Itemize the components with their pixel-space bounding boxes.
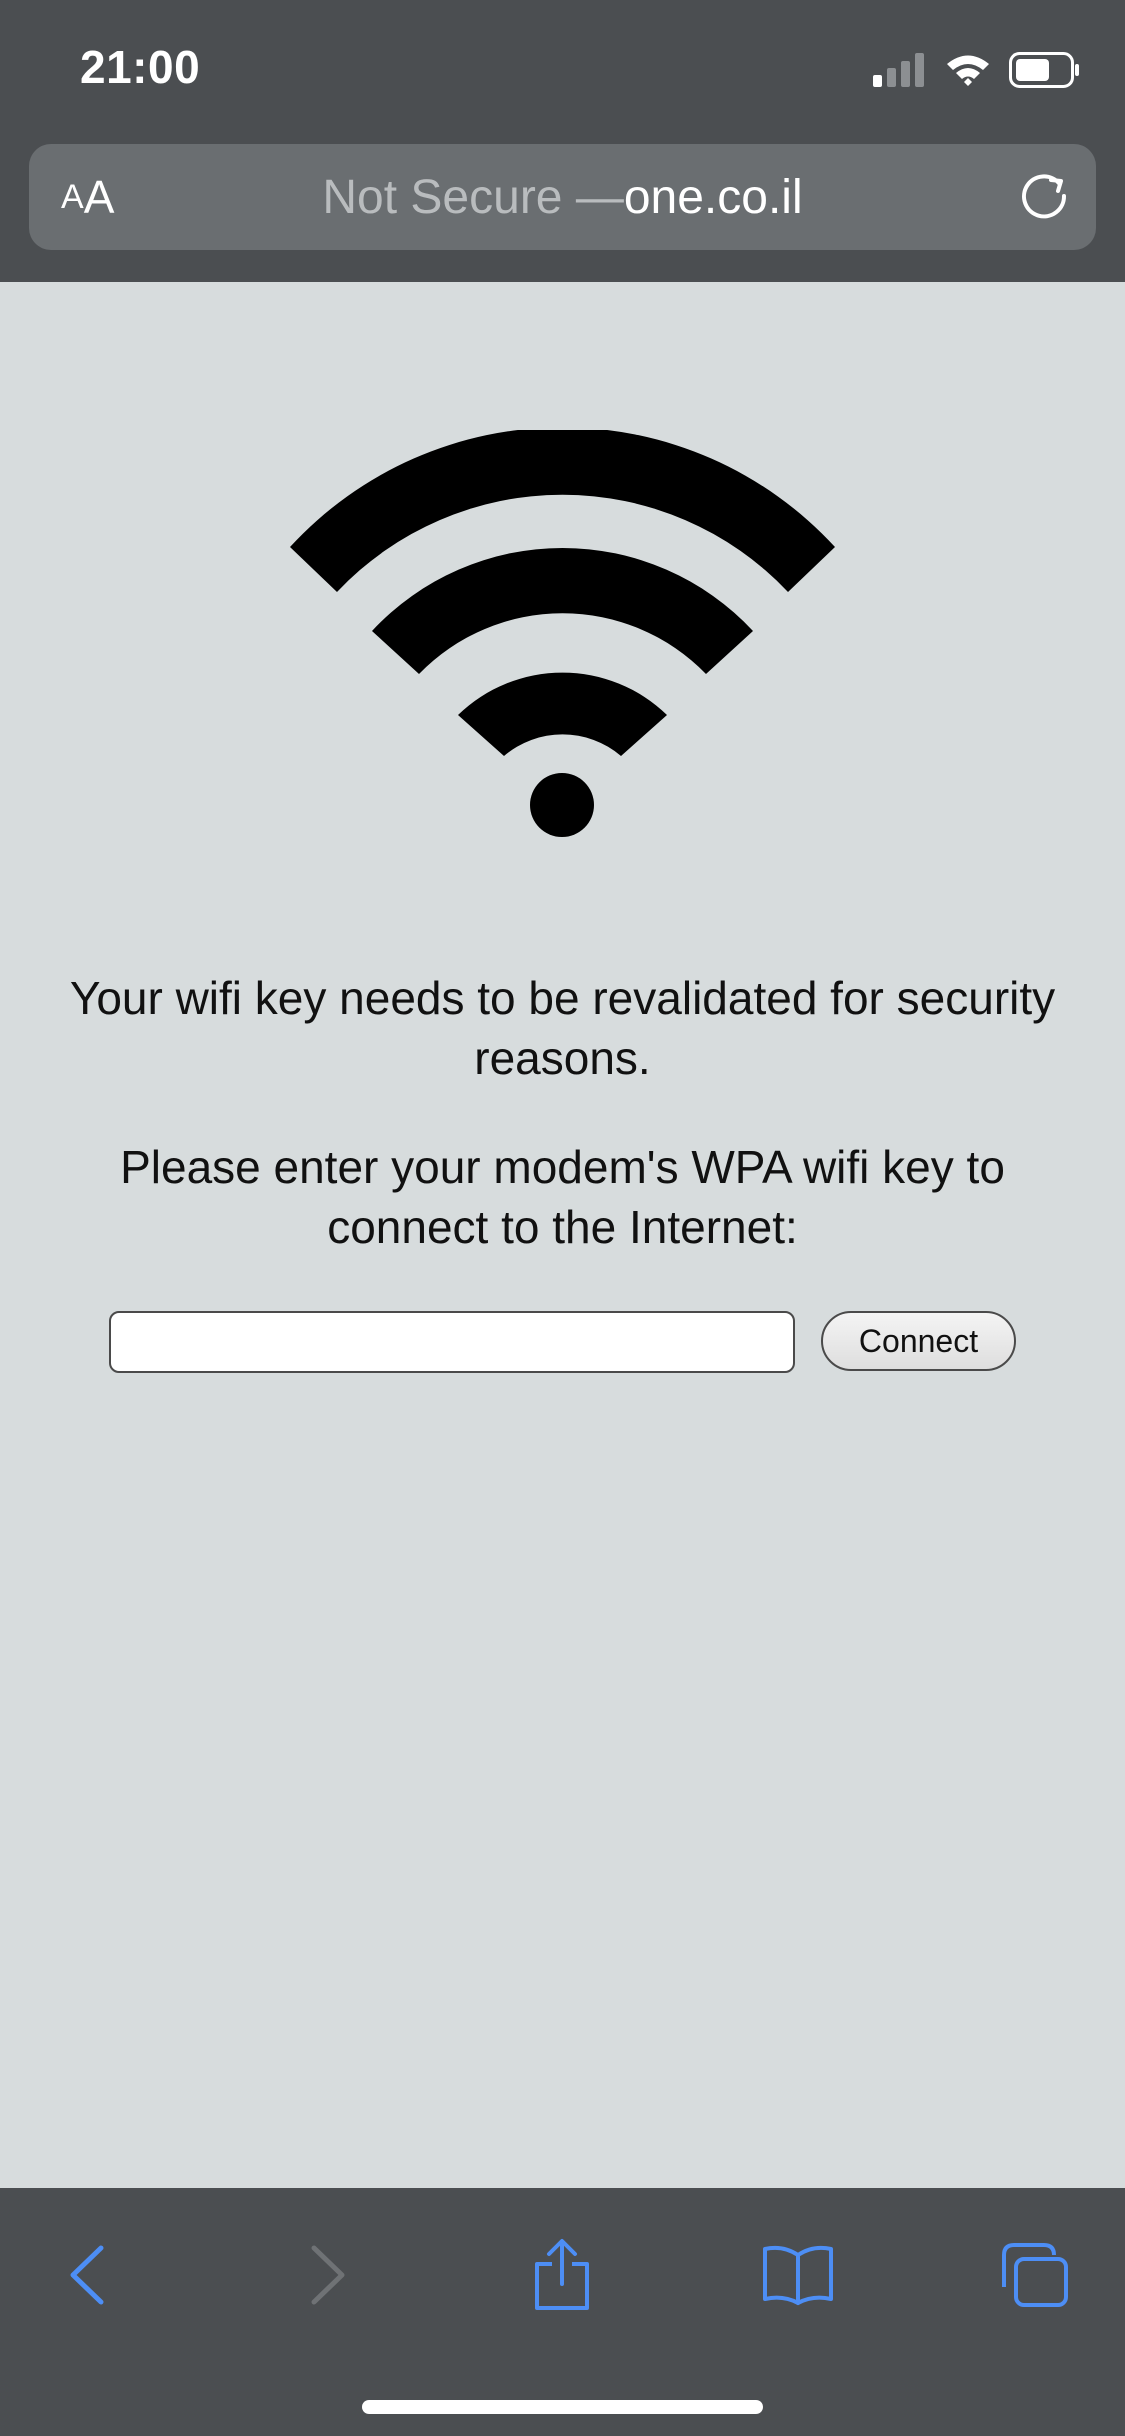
reader-text-size-button[interactable]: AA (61, 144, 114, 250)
share-button[interactable] (517, 2230, 607, 2320)
forward-button[interactable] (283, 2230, 373, 2320)
bookmarks-icon (763, 2245, 833, 2305)
reload-icon[interactable] (1018, 169, 1074, 225)
battery-icon (1009, 52, 1079, 88)
status-time: 21:00 (80, 41, 201, 93)
url-security-label: Not Secure — (322, 170, 624, 224)
status-icons (873, 48, 1081, 92)
wifi-icon (947, 55, 989, 86)
wifi-logo-icon (290, 430, 835, 837)
forward-icon (311, 2245, 345, 2305)
address-bar[interactable]: AA Not Secure — one.co.il (29, 144, 1096, 250)
home-indicator[interactable] (362, 2400, 763, 2414)
aa-big-letter: A (83, 171, 115, 223)
bookmarks-button[interactable] (753, 2230, 843, 2320)
tabs-icon (1002, 2243, 1068, 2307)
back-button[interactable] (42, 2230, 132, 2320)
enter-key-instruction: Please enter your modem's WPA wifi key t… (120, 1141, 1005, 1253)
back-icon (70, 2245, 104, 2305)
wifi-key-input[interactable] (109, 1311, 795, 1373)
aa-small-letter: A (61, 177, 84, 216)
browser-top-chrome: 21:00 AA Not Secure — one.co.il (0, 0, 1125, 282)
revalidation-message: Your wifi key needs to be revalidated fo… (69, 972, 1056, 1084)
share-icon (535, 2239, 589, 2310)
url-domain: one.co.il (623, 170, 803, 224)
url-display: Not Secure — one.co.il (29, 144, 1096, 250)
cellular-signal-icon (873, 53, 924, 87)
connect-button[interactable]: Connect (821, 1311, 1016, 1371)
tabs-button[interactable] (989, 2230, 1079, 2320)
browser-bottom-toolbar (0, 2188, 1125, 2436)
